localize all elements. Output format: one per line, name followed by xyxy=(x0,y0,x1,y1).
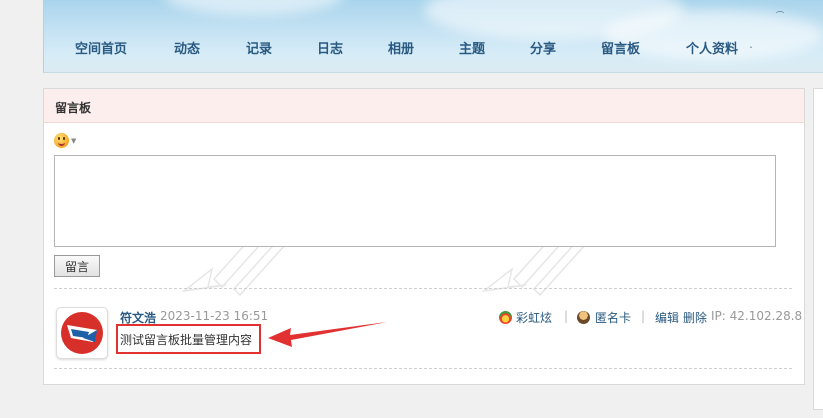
avatar-logo-icon xyxy=(61,312,103,354)
emoji-picker-icon[interactable] xyxy=(54,133,69,148)
nav-item-profile[interactable]: 个人资料 xyxy=(686,38,738,57)
avatar[interactable] xyxy=(56,307,108,359)
edit-link[interactable]: 编辑 xyxy=(655,309,679,326)
cloud-decoration xyxy=(164,0,344,15)
panel-header: 留言板 xyxy=(44,89,804,123)
nav-item-threads[interactable]: 主题 xyxy=(459,38,485,57)
nav-item-album[interactable]: 相册 xyxy=(388,38,414,57)
nav-item-blog[interactable]: 日志 xyxy=(317,38,343,57)
space-header-banner: ⌒ ˇ 空间首页 动态 记录 日志 相册 主题 分享 留言板 个人资料 xyxy=(43,0,823,73)
guestbook-panel: 留言板 ▼ 留言 符文浩 2023-11-23 16:51 测试留言板批量管理内… xyxy=(43,88,805,385)
ip-address: IP: 42.102.28.8 xyxy=(711,309,803,323)
divider xyxy=(54,368,792,369)
submit-message-button[interactable]: 留言 xyxy=(54,255,100,277)
comment-timestamp: 2023-11-23 16:51 xyxy=(160,309,269,323)
nav-item-home[interactable]: 空间首页 xyxy=(75,38,127,57)
side-panel-edge xyxy=(813,88,823,410)
annotation-arrow xyxy=(268,322,387,347)
anonymous-card-link[interactable]: 匿名卡 xyxy=(595,309,631,326)
nav-item-feed[interactable]: 动态 xyxy=(174,38,200,57)
panel-title: 留言板 xyxy=(55,101,92,115)
annotation-highlight-box xyxy=(116,324,261,354)
bird-decoration: ˇ xyxy=(749,46,753,55)
divider xyxy=(54,288,792,289)
nav-item-guestbook[interactable]: 留言板 xyxy=(601,38,640,57)
anonymous-card-icon xyxy=(577,311,590,324)
chevron-down-icon[interactable]: ▼ xyxy=(71,137,76,145)
separator: | xyxy=(564,309,569,323)
separator: | xyxy=(641,309,646,323)
rainbow-icon xyxy=(499,311,512,324)
rainbow-effect-link[interactable]: 彩虹炫 xyxy=(516,309,552,326)
nav-item-records[interactable]: 记录 xyxy=(246,38,272,57)
bird-decoration: ⌒ xyxy=(776,11,784,20)
guestbook-message-input[interactable] xyxy=(54,155,776,247)
nav-item-share[interactable]: 分享 xyxy=(530,38,556,57)
delete-link[interactable]: 删除 xyxy=(683,309,707,326)
